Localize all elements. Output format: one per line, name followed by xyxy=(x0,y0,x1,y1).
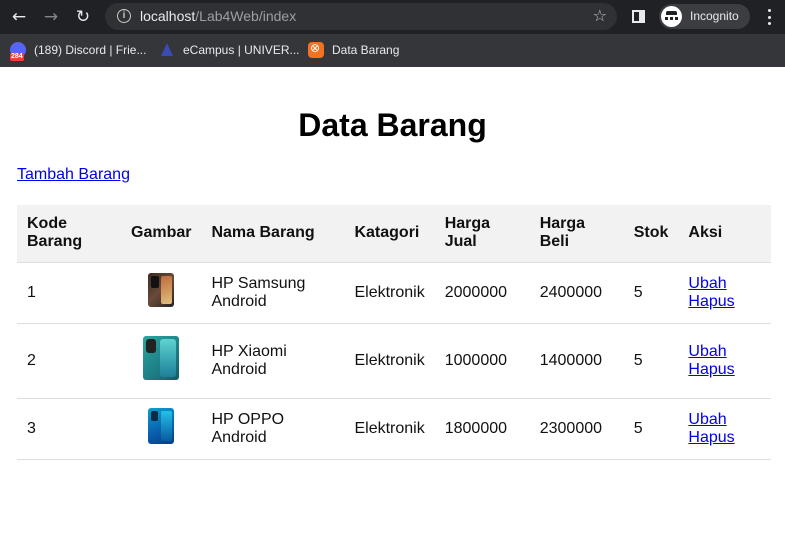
address-bar[interactable]: i localhost/Lab4Web/index ☆ xyxy=(105,3,617,30)
bookmark-label: Data Barang xyxy=(332,43,400,57)
cell-harga-beli: 1400000 xyxy=(529,323,624,399)
phone-image xyxy=(143,336,180,380)
header-kategori: Katagori xyxy=(344,205,435,263)
browser-menu-icon[interactable] xyxy=(766,9,772,25)
incognito-indicator[interactable]: Incognito xyxy=(659,4,750,29)
bookmark-label: (189) Discord | Frie... xyxy=(34,43,147,57)
cell-stok: 5 xyxy=(623,323,679,399)
cell-nama: HP Xiaomi Android xyxy=(201,323,345,399)
cell-gambar xyxy=(121,323,202,399)
back-arrow-icon[interactable]: ← xyxy=(8,6,30,28)
header-harga-jual: Harga Jual xyxy=(434,205,530,263)
bookmarks-bar: 284 (189) Discord | Frie... eCampus | UN… xyxy=(0,34,785,67)
edit-link[interactable]: Ubah xyxy=(688,411,761,429)
phone-image xyxy=(148,408,175,444)
ecampus-icon xyxy=(159,42,175,58)
cell-kode: 1 xyxy=(17,262,121,324)
cell-kode: 2 xyxy=(17,323,121,399)
header-stok: Stok xyxy=(623,205,679,263)
header-kode: Kode Barang xyxy=(17,205,121,263)
edit-link[interactable]: Ubah xyxy=(688,343,761,361)
cell-harga-jual: 1800000 xyxy=(434,398,530,460)
cell-kategori: Elektronik xyxy=(344,262,435,324)
cell-harga-jual: 1000000 xyxy=(434,323,530,399)
header-gambar: Gambar xyxy=(121,205,202,263)
bookmark-ecampus[interactable]: eCampus | UNIVER... xyxy=(159,40,299,60)
table-header-row: Kode Barang Gambar Nama Barang Katagori H… xyxy=(17,205,771,263)
bookmark-label: eCampus | UNIVER... xyxy=(183,43,300,57)
cell-aksi: Ubah Hapus xyxy=(678,323,771,399)
bookmark-star-icon[interactable]: ☆ xyxy=(593,6,607,25)
delete-link[interactable]: Hapus xyxy=(688,361,761,379)
cell-kategori: Elektronik xyxy=(344,323,435,399)
cell-stok: 5 xyxy=(623,398,679,460)
header-aksi: Aksi xyxy=(678,205,771,263)
notification-badge: 284 xyxy=(10,53,24,61)
header-harga-beli: Harga Beli xyxy=(529,205,624,263)
edit-link[interactable]: Ubah xyxy=(688,275,761,293)
cell-gambar xyxy=(121,262,202,324)
cell-nama: HP OPPO Android xyxy=(201,398,345,460)
url-host: localhost xyxy=(140,8,196,24)
cell-harga-jual: 2000000 xyxy=(434,262,530,324)
items-table: Kode Barang Gambar Nama Barang Katagori H… xyxy=(17,205,771,460)
forward-arrow-icon[interactable]: → xyxy=(40,6,62,28)
site-info-icon[interactable]: i xyxy=(117,9,131,23)
cell-aksi: Ubah Hapus xyxy=(678,398,771,460)
delete-link[interactable]: Hapus xyxy=(688,293,761,311)
cell-aksi: Ubah Hapus xyxy=(678,262,771,324)
cell-stok: 5 xyxy=(623,262,679,324)
cell-kode: 3 xyxy=(17,398,121,460)
page-title: Data Barang xyxy=(298,107,487,143)
delete-link[interactable]: Hapus xyxy=(688,429,761,447)
url-text[interactable]: localhost/Lab4Web/index xyxy=(140,8,296,24)
table-row: 1 HP Samsung Android Elektronik 2000000 2… xyxy=(17,262,771,324)
side-panel-icon[interactable] xyxy=(632,10,645,23)
cell-kategori: Elektronik xyxy=(344,398,435,460)
cell-harga-beli: 2400000 xyxy=(529,262,624,324)
bookmark-discord[interactable]: 284 (189) Discord | Frie... xyxy=(10,40,147,61)
cell-gambar xyxy=(121,398,202,460)
phone-image xyxy=(148,273,175,307)
xampp-icon xyxy=(308,41,324,58)
url-path: /Lab4Web/index xyxy=(195,8,297,24)
reload-icon[interactable]: ↻ xyxy=(72,6,94,28)
table-row: 3 HP OPPO Android Elektronik 1800000 2300… xyxy=(17,398,771,460)
incognito-icon xyxy=(661,6,682,27)
discord-icon: 284 xyxy=(10,42,26,61)
header-nama: Nama Barang xyxy=(201,205,345,263)
add-item-link[interactable]: Tambah Barang xyxy=(17,166,130,184)
incognito-label: Incognito xyxy=(690,9,739,23)
bookmark-data-barang[interactable]: Data Barang xyxy=(308,40,399,60)
cell-nama: HP Samsung Android xyxy=(201,262,345,324)
browser-toolbar: ← → ↻ i localhost/Lab4Web/index ☆ Incogn… xyxy=(0,0,785,34)
cell-harga-beli: 2300000 xyxy=(529,398,624,460)
table-row: 2 HP Xiaomi Android Elektronik 1000000 14… xyxy=(17,323,771,399)
